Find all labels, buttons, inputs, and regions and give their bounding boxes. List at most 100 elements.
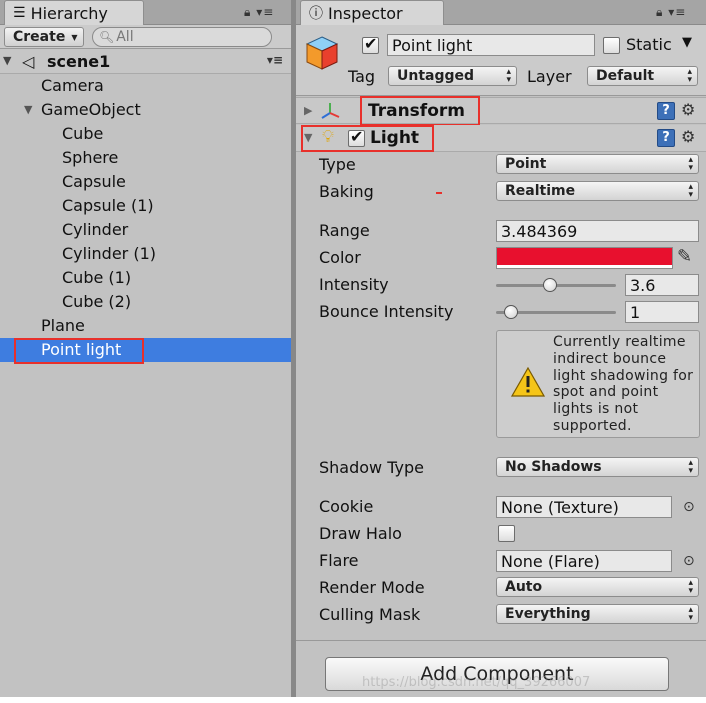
tab-inspector-label: Inspector	[328, 3, 403, 23]
updown-arrow-icon: ▴ ▾	[688, 605, 693, 623]
warning-icon	[511, 367, 545, 397]
baking-dropdown[interactable]: Realtime ▴ ▾	[496, 181, 699, 201]
scene-menu-icon[interactable]: ▾≡	[267, 53, 283, 67]
updown-arrow-icon: ▴ ▾	[688, 578, 693, 596]
draw-halo-checkbox[interactable]	[498, 525, 515, 542]
intensity-field[interactable]: 3.6	[625, 274, 699, 296]
render-mode-dropdown[interactable]: Auto ▴ ▾	[496, 577, 699, 597]
hierarchy-item[interactable]: Cylinder (1)	[62, 242, 156, 266]
transform-component-header[interactable]: ▶ Transform ? ⚙	[296, 97, 706, 124]
hierarchy-item[interactable]: Sphere	[62, 146, 118, 170]
info-icon: ⓘ	[309, 6, 323, 22]
gear-icon[interactable]: ⚙	[681, 127, 695, 146]
updown-arrow-icon: ▴ ▾	[688, 155, 693, 173]
updown-arrow-icon: ▴ ▾	[687, 67, 692, 85]
updown-arrow-icon: ▴ ▾	[688, 182, 693, 200]
flare-value: None (Flare)	[501, 551, 600, 571]
hierarchy-item[interactable]: Capsule (1)	[62, 194, 154, 218]
hierarchy-item[interactable]: Camera	[41, 74, 104, 98]
type-label: Type	[319, 155, 356, 174]
static-checkbox[interactable]	[603, 37, 620, 54]
tag-label: Tag	[348, 67, 376, 86]
tab-inspector[interactable]: ⓘ Inspector	[300, 0, 444, 25]
bounce-intensity-field[interactable]: 1	[625, 301, 699, 323]
transform-axes-icon	[321, 103, 340, 119]
highlight-box-transform	[360, 96, 480, 126]
object-header: Point light Static ▼ Tag Untagged ▴▾ Lay…	[296, 25, 706, 96]
active-checkbox[interactable]	[362, 34, 379, 54]
add-component-area: Add Component https://blog.csdn.net/qq_3…	[296, 640, 706, 697]
tab-hierarchy[interactable]: ☰ Hierarchy	[4, 0, 144, 25]
object-picker-icon[interactable]: ⊙	[683, 499, 695, 515]
draw-halo-label: Draw Halo	[319, 524, 402, 543]
inspector-panel: ⓘ Inspector 🔒︎ ▾≡ Point light Static ▼ T…	[296, 0, 706, 697]
bounce-intensity-slider-thumb[interactable]	[504, 305, 518, 319]
culling-mask-label: Culling Mask	[319, 605, 421, 624]
eyedropper-icon[interactable]: ✎	[677, 246, 692, 267]
type-dropdown[interactable]: Point ▴ ▾	[496, 154, 699, 174]
lock-menu-icon[interactable]: 🔒︎ ▾≡	[244, 5, 274, 20]
object-picker-icon[interactable]: ⊙	[683, 553, 695, 569]
intensity-label: Intensity	[319, 275, 389, 294]
layer-label: Layer	[527, 67, 572, 86]
hierarchy-item[interactable]: Cube (1)	[62, 266, 131, 290]
shadow-type-dropdown[interactable]: No Shadows ▴ ▾	[496, 457, 699, 477]
create-button[interactable]: Create ▼	[4, 27, 84, 47]
baking-label: Baking	[319, 182, 374, 201]
unity-logo-icon: ◁	[22, 52, 35, 71]
help-icon[interactable]: ?	[657, 102, 675, 120]
gear-icon[interactable]: ⚙	[681, 100, 695, 119]
highlight-box-point-light	[14, 338, 144, 364]
intensity-slider-thumb[interactable]	[543, 278, 557, 292]
range-value: 3.484369	[501, 221, 578, 241]
lock-menu-icon[interactable]: 🔒︎ ▾≡	[656, 5, 686, 20]
culling-mask-dropdown[interactable]: Everything ▴ ▾	[496, 604, 699, 624]
scene-row[interactable]: ▼ ◁ scene1 ▾≡	[0, 49, 291, 74]
expand-arrow-icon[interactable]: ▶	[304, 104, 312, 117]
color-label: Color	[319, 248, 361, 267]
search-input[interactable]: 🔍︎ All	[92, 27, 272, 47]
list-icon: ☰	[13, 5, 26, 21]
object-name-field[interactable]: Point light	[387, 34, 595, 56]
range-field[interactable]: 3.484369	[496, 220, 699, 242]
updown-arrow-icon: ▴ ▾	[688, 458, 693, 476]
type-value: Point	[505, 156, 547, 172]
bottom-margin	[0, 697, 706, 703]
warning-text: Currently realtime indirect bounce light…	[553, 334, 694, 434]
dropdown-arrow-icon: ▼	[71, 32, 78, 42]
help-icon[interactable]: ?	[657, 129, 675, 147]
highlight-box-light	[301, 125, 434, 152]
hierarchy-item[interactable]: Cube (2)	[62, 290, 131, 314]
flare-field[interactable]: None (Flare)	[496, 550, 672, 572]
shadow-type-label: Shadow Type	[319, 458, 424, 477]
object-name-value: Point light	[392, 35, 473, 55]
gameobject-cube-icon	[305, 36, 339, 70]
hierarchy-toolbar: Create ▼ 🔍︎ All	[0, 25, 291, 49]
expand-arrow-icon[interactable]: ▼	[3, 54, 11, 67]
bounce-intensity-value: 1	[630, 302, 641, 322]
layer-dropdown[interactable]: Default ▴ ▾	[587, 66, 698, 86]
cookie-label: Cookie	[319, 497, 374, 516]
flare-label: Flare	[319, 551, 359, 570]
hierarchy-item[interactable]: Cube	[62, 122, 103, 146]
hierarchy-item[interactable]: Cylinder	[62, 218, 128, 242]
cookie-field[interactable]: None (Texture)	[496, 496, 672, 518]
static-dropdown-icon[interactable]: ▼	[682, 35, 692, 50]
tag-dropdown[interactable]: Untagged ▴ ▾	[388, 66, 517, 86]
tag-value: Untagged	[397, 68, 475, 84]
color-swatch[interactable]	[496, 247, 673, 269]
search-placeholder: All	[116, 29, 134, 45]
inspector-tabbar: ⓘ Inspector 🔒︎ ▾≡	[296, 0, 706, 25]
cookie-value: None (Texture)	[501, 497, 619, 517]
search-icon: 🔍︎	[99, 30, 115, 44]
hierarchy-item[interactable]: GameObject	[24, 98, 141, 122]
hierarchy-panel: ☰ Hierarchy 🔒︎ ▾≡ Create ▼ 🔍︎ All ▼ ◁ sc…	[0, 0, 291, 697]
baking-value: Realtime	[505, 183, 576, 199]
bounce-intensity-label: Bounce Intensity	[319, 302, 454, 321]
hierarchy-item[interactable]: Plane	[41, 314, 85, 338]
updown-arrow-icon: ▴ ▾	[506, 67, 511, 85]
range-label: Range	[319, 221, 370, 240]
watermark: https://blog.csdn.net/qq_39266007	[362, 675, 591, 690]
hierarchy-item[interactable]: Capsule	[62, 170, 126, 194]
shadow-type-value: No Shadows	[505, 459, 602, 475]
